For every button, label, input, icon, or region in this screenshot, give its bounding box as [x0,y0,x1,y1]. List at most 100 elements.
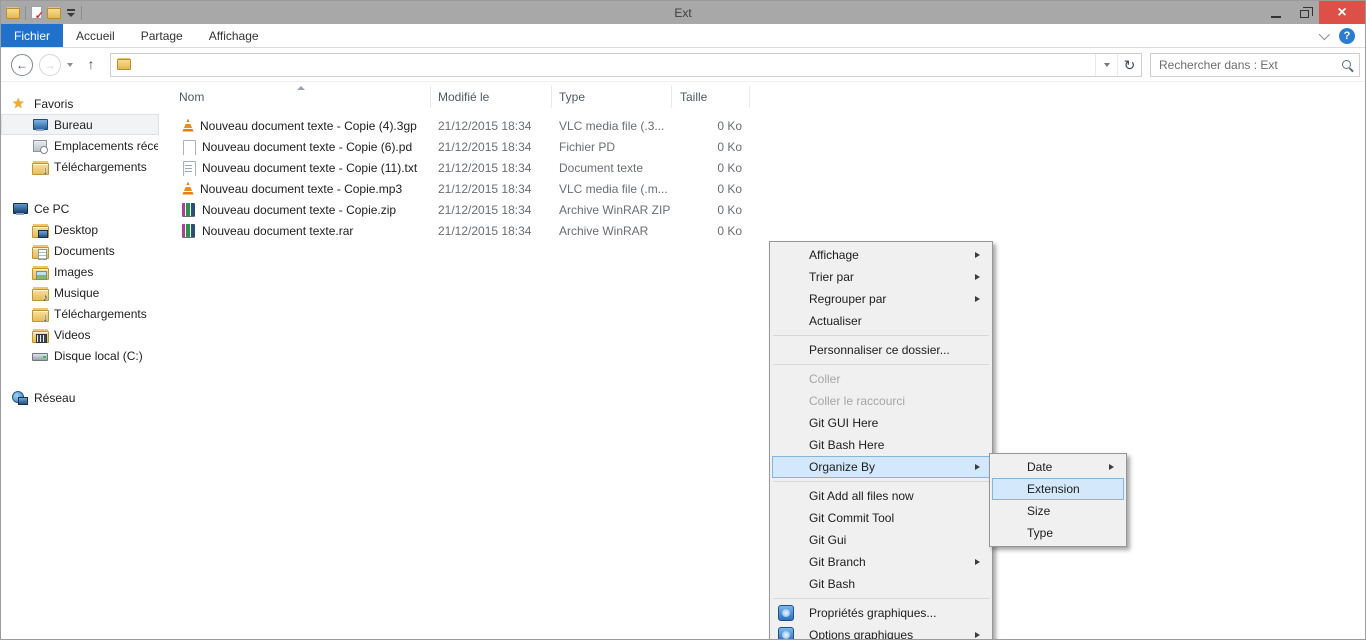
sidebar-item-telechargements-pc[interactable]: Téléchargements [1,303,159,324]
nav-history-chevron-icon[interactable] [67,62,73,67]
menu-item-actualiser[interactable]: Actualiser [772,310,990,332]
winrar-icon [181,202,197,218]
tab-partage[interactable]: Partage [128,24,196,47]
file-row-rar[interactable]: Nouveau document texte.rar 21/12/2015 18… [179,220,750,241]
toolbar-separator [81,5,82,20]
titlebar: Ext [1,1,1365,24]
network-icon [12,390,28,406]
sidebar-item-favoris[interactable]: Favoris [1,93,159,114]
file-row-mp3[interactable]: Nouveau document texte - Copie.mp3 21/12… [179,178,750,199]
restore-icon [1300,7,1313,18]
file-name: Nouveau document texte.rar [202,223,354,238]
blank-file-icon [181,139,197,155]
explorer-window: Ext FichierAccueilPartageAffichage Reche… [0,0,1366,640]
file-type: VLC media file (.m... [559,181,668,196]
submenu-item-type[interactable]: Type [992,522,1124,544]
file-row-zip[interactable]: Nouveau document texte - Copie.zip 21/12… [179,199,750,220]
file-size: 0 Ko [717,118,742,133]
menu-separator [773,364,989,365]
navigation-pane: Favoris Bureau Emplacements récents Télé… [1,82,167,639]
submenu-item-size[interactable]: Size [992,500,1124,522]
minimize-button[interactable] [1261,1,1290,24]
sidebar-item-bureau[interactable]: Bureau [1,114,159,135]
menu-item-trier-par[interactable]: Trier par [772,266,990,288]
sidebar-item-desktop[interactable]: Desktop [1,219,159,240]
menu-separator [773,598,989,599]
menu-item-git-gui[interactable]: Git Gui [772,529,990,551]
sidebar-item-videos[interactable]: Videos [1,324,159,345]
menu-item-git-branch[interactable]: Git Branch [772,551,990,573]
sidebar-item-ce-pc[interactable]: Ce PC [1,198,159,219]
menu-item-git-bash[interactable]: Git Bash [772,573,990,595]
close-button[interactable] [1319,1,1365,24]
downloads-folder-icon [32,306,49,323]
music-folder-icon [32,285,49,302]
menu-item-regrouper-par[interactable]: Regrouper par [772,288,990,310]
search-icon[interactable] [1342,60,1351,69]
menu-item-git-add-all-files-now[interactable]: Git Add all files now [772,485,990,507]
restore-button[interactable] [1290,1,1319,24]
submenu-item-extension[interactable]: Extension [992,478,1124,500]
organize-by-submenu: Date Extension Size Type [989,453,1127,547]
tab-affichage[interactable]: Affichage [196,24,272,47]
collapse-ribbon-chevron-icon[interactable] [1318,28,1331,40]
downloads-folder-icon [32,159,49,176]
column-header-nom[interactable]: Nom [179,86,431,108]
sidebar-item-documents[interactable]: Documents [1,240,159,261]
column-header-type[interactable]: Type [552,86,672,108]
menu-item-options-graphiques[interactable]: Options graphiques [772,624,990,639]
file-modified: 21/12/2015 18:34 [438,223,532,238]
file-row-3gp[interactable]: Nouveau document texte - Copie (4).3gp 2… [179,115,750,136]
desktop-folder-icon [32,222,49,238]
file-name: Nouveau document texte - Copie (6).pd [202,139,413,154]
submenu-item-date[interactable]: Date [992,456,1124,478]
file-size: 0 Ko [717,202,742,217]
file-size: 0 Ko [717,160,742,175]
sidebar-item-images[interactable]: Images [1,261,159,282]
column-header-taille[interactable]: Taille [672,86,750,108]
file-modified: 21/12/2015 18:34 [438,181,532,196]
intel-icon [778,627,794,639]
desktop-icon [32,117,48,133]
file-name: Nouveau document texte - Copie.mp3 [200,181,403,196]
sort-ascending-icon [297,86,305,90]
menu-item-git-bash-here[interactable]: Git Bash Here [772,434,990,456]
file-row-pd[interactable]: Nouveau document texte - Copie (6).pd 21… [179,136,750,157]
menu-item-coller-le-raccourci[interactable]: Coller le raccourci [772,390,990,412]
forward-button[interactable] [39,53,61,76]
qat-dropdown-chevron-icon[interactable] [66,9,76,17]
pictures-folder-icon [32,264,49,280]
file-size: 0 Ko [717,223,742,238]
menu-item-personnaliser-ce-dossier[interactable]: Personnaliser ce dossier... [772,339,990,361]
new-folder-icon[interactable] [47,8,61,19]
help-button[interactable] [1339,27,1355,44]
minimize-icon [1270,15,1281,18]
address-bar[interactable] [110,52,1142,77]
file-row-txt[interactable]: Nouveau document texte - Copie (11).txt … [179,157,750,178]
sidebar-item-disque-local-c[interactable]: Disque local (C:) [1,345,159,366]
file-type: VLC media file (.3... [559,118,665,133]
file-name: Nouveau document texte - Copie.zip [202,202,397,217]
menu-item-git-commit-tool[interactable]: Git Commit Tool [772,507,990,529]
refresh-button[interactable] [1117,53,1141,76]
sidebar-item-emplacements-recents[interactable]: Emplacements récents [1,135,159,156]
search-input[interactable]: Rechercher dans : Ext [1150,52,1360,77]
menu-item-proprietes-graphiques[interactable]: Propriétés graphiques... [772,602,990,624]
menu-item-coller[interactable]: Coller [772,368,990,390]
back-button[interactable] [11,53,33,76]
column-header-modifie-le[interactable]: Modifié le [431,86,552,108]
tab-accueil[interactable]: Accueil [63,24,128,47]
sidebar-item-telechargements[interactable]: Téléchargements [1,156,159,177]
sidebar-item-reseau[interactable]: Réseau [1,387,159,408]
menu-item-organize-by[interactable]: Organize By [772,456,990,478]
tab-fichier[interactable]: Fichier [1,24,64,47]
hdd-icon [32,348,48,364]
sidebar-item-musique[interactable]: Musique [1,282,159,303]
star-icon [12,95,28,112]
menu-item-affichage[interactable]: Affichage [772,244,990,266]
properties-icon[interactable] [31,6,44,22]
address-dropdown-chevron-icon[interactable] [1095,53,1117,76]
up-button[interactable] [83,56,99,74]
menu-item-git-gui-here[interactable]: Git GUI Here [772,412,990,434]
